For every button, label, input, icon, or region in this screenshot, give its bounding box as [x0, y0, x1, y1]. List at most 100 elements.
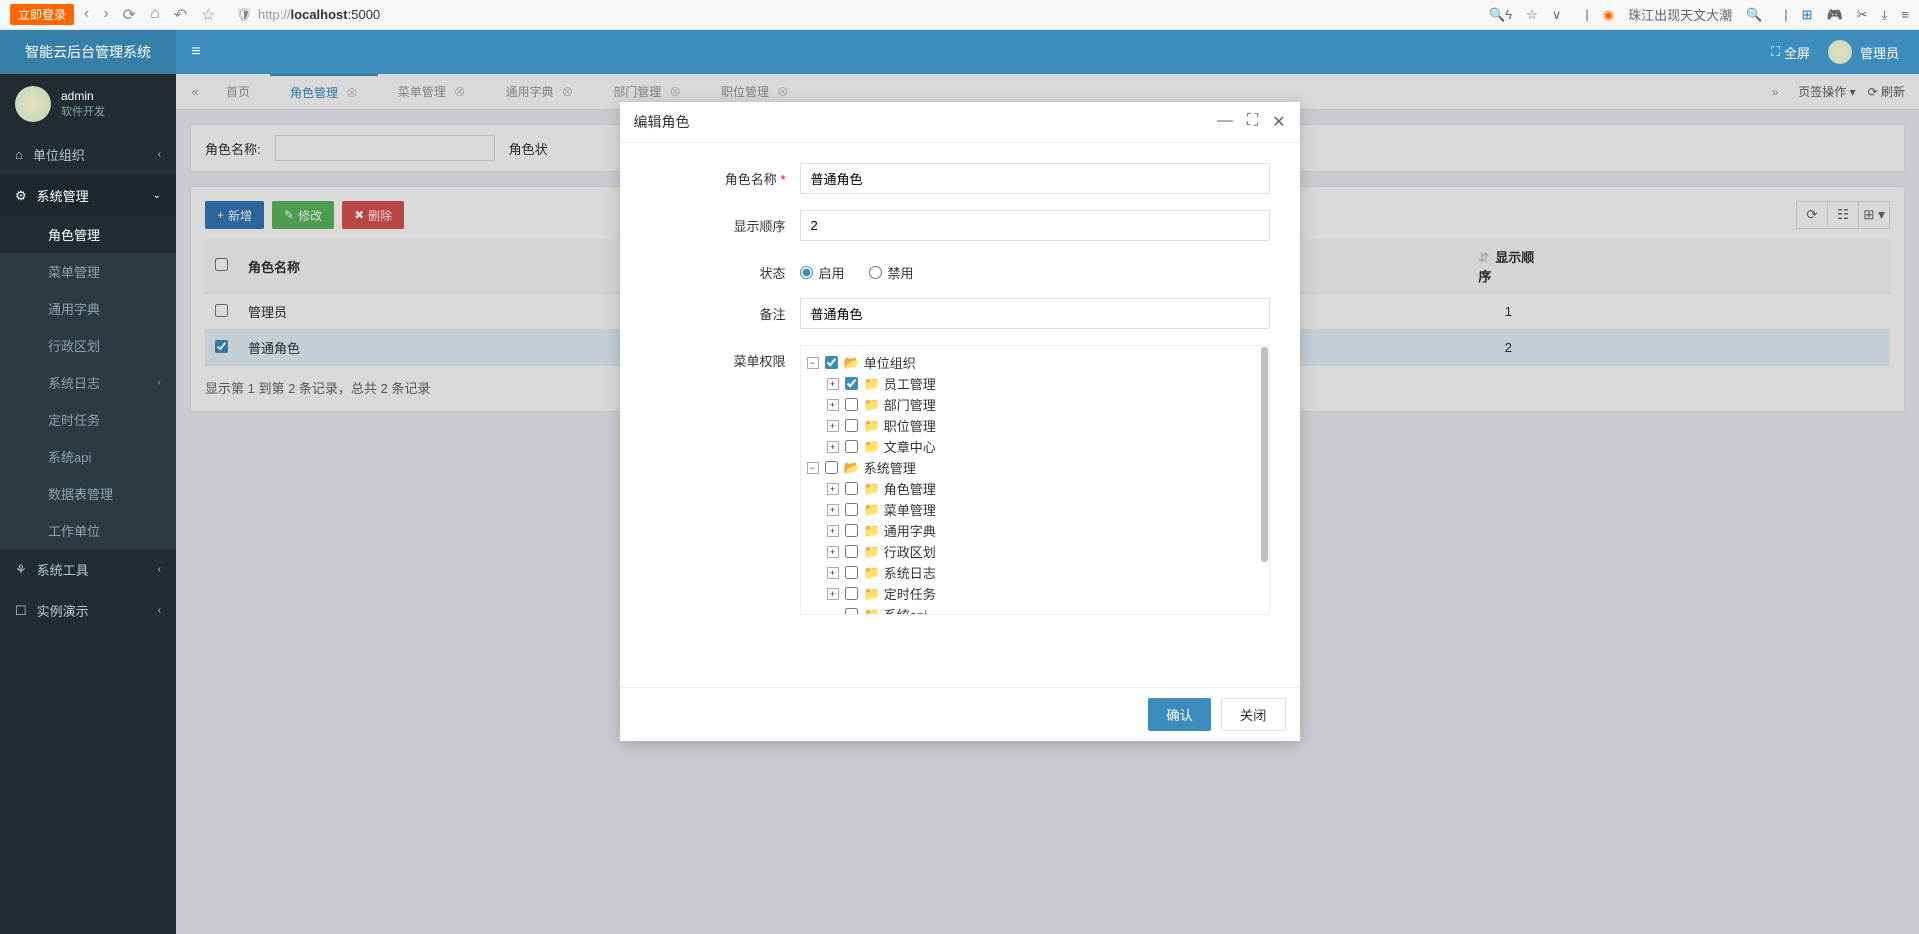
menu-icon[interactable]: ≡: [1901, 7, 1909, 22]
sidebar-item-api[interactable]: 系统api: [0, 438, 176, 475]
sidebar-item-org[interactable]: ⌂ 单位组织 ‹: [0, 134, 176, 175]
sidebar-item-dict[interactable]: 通用字典: [0, 290, 176, 327]
tree-checkbox[interactable]: [825, 356, 838, 369]
sidebar-item-log[interactable]: 系统日志 ‹: [0, 364, 176, 401]
label-remark: 备注: [630, 298, 800, 323]
tree-checkbox[interactable]: [845, 377, 858, 390]
sidebar-item-tools[interactable]: ⚘ 系统工具 ‹: [0, 549, 176, 590]
collapse-icon[interactable]: −: [807, 357, 819, 369]
sidebar-item-demo[interactable]: ☐ 实例演示 ‹: [0, 590, 176, 631]
url-bar[interactable]: 🛡 http://localhost:5000: [236, 7, 1480, 23]
undo-icon[interactable]: ↶: [174, 5, 187, 25]
tree-checkbox[interactable]: [845, 566, 858, 579]
sidebar-item-task[interactable]: 定时任务: [0, 401, 176, 438]
tree-item-article[interactable]: +📁文章中心: [827, 436, 1263, 457]
tree-checkbox[interactable]: [845, 545, 858, 558]
sidebar-item-unit[interactable]: 工作单位: [0, 512, 176, 549]
tree-checkbox[interactable]: [845, 419, 858, 432]
fullscreen-button[interactable]: ⛶ 全屏: [1771, 43, 1810, 62]
folder-open-icon: 📂: [844, 460, 860, 476]
input-remark[interactable]: [800, 298, 1270, 329]
folder-icon: 📁: [864, 397, 880, 413]
sidebar-item-role[interactable]: 角色管理: [0, 216, 176, 253]
expand-icon[interactable]: +: [827, 420, 839, 432]
reload-icon[interactable]: ⟳: [123, 5, 136, 25]
tree-item-menu[interactable]: +📁菜单管理: [827, 499, 1263, 520]
folder-open-icon: 📂: [844, 355, 860, 371]
tree-checkbox[interactable]: [845, 482, 858, 495]
label-order: 显示顺序: [630, 210, 800, 235]
close-button[interactable]: 关闭: [1221, 698, 1286, 731]
expand-icon[interactable]: +: [827, 378, 839, 390]
radio-disable[interactable]: 禁用: [869, 263, 914, 282]
app-header: 智能云后台管理系统 ≡ ⛶ 全屏 管理员: [0, 30, 1919, 74]
folder-icon: 📁: [864, 502, 880, 518]
confirm-button[interactable]: 确认: [1148, 698, 1211, 731]
sidebar-item-menu[interactable]: 菜单管理: [0, 253, 176, 290]
back-icon[interactable]: ‹: [84, 5, 89, 25]
sidebar-item-system[interactable]: ⚙ 系统管理 ⌄: [0, 175, 176, 216]
scrollbar[interactable]: [1261, 347, 1268, 562]
tree-item-pos[interactable]: +📁职位管理: [827, 415, 1263, 436]
tree-item-role[interactable]: +📁角色管理: [827, 478, 1263, 499]
close-icon[interactable]: ✕: [1272, 112, 1285, 132]
input-role-name[interactable]: [800, 163, 1270, 194]
user-menu[interactable]: 管理员: [1828, 40, 1899, 64]
tree-checkbox[interactable]: [845, 524, 858, 537]
globe-icon[interactable]: ◉: [1603, 7, 1614, 23]
collapse-icon[interactable]: −: [807, 462, 819, 474]
app-logo[interactable]: 智能云后台管理系统: [0, 30, 176, 74]
link-icon: ⚘: [15, 562, 27, 578]
sidebar-item-region[interactable]: 行政区划: [0, 327, 176, 364]
tree-item-dict[interactable]: +📁通用字典: [827, 520, 1263, 541]
ms-icon[interactable]: ⊞: [1802, 7, 1813, 23]
expand-icon[interactable]: +: [827, 441, 839, 453]
tree-item-region[interactable]: +📁行政区划: [827, 541, 1263, 562]
expand-icon[interactable]: +: [827, 525, 839, 537]
tree-item-sys[interactable]: − 📂 系统管理: [807, 457, 1263, 478]
tree-item-org[interactable]: − 📂 单位组织: [807, 352, 1263, 373]
expand-icon[interactable]: +: [827, 546, 839, 558]
search-icon-2[interactable]: 🔍: [1746, 7, 1762, 23]
tree-item-task[interactable]: +📁定时任务: [827, 583, 1263, 604]
chevron-left-icon: ‹: [158, 564, 161, 575]
expand-icon[interactable]: +: [827, 567, 839, 579]
news-text[interactable]: 珠江出现天文大潮: [1628, 5, 1732, 24]
tree-item-emp[interactable]: +📁员工管理: [827, 373, 1263, 394]
tree-checkbox[interactable]: [845, 440, 858, 453]
forward-icon[interactable]: ›: [103, 5, 108, 25]
star-icon[interactable]: ☆: [201, 5, 215, 25]
expand-icon[interactable]: +: [827, 483, 839, 495]
expand-icon[interactable]: +: [827, 399, 839, 411]
sidebar-item-table[interactable]: 数据表管理: [0, 475, 176, 512]
label-role-name: 角色名称 *: [630, 163, 800, 188]
expand-icon[interactable]: +: [827, 504, 839, 516]
tree-item-dept[interactable]: +📁部门管理: [827, 394, 1263, 415]
login-badge[interactable]: 立即登录: [10, 4, 74, 25]
folder-icon: 📁: [864, 481, 880, 497]
tree-checkbox[interactable]: [845, 398, 858, 411]
tree-checkbox[interactable]: [845, 608, 858, 615]
expand-icon[interactable]: +: [827, 588, 839, 600]
user-panel: admin 软件开发: [0, 74, 176, 134]
minimize-icon[interactable]: —: [1217, 112, 1233, 132]
home-icon[interactable]: ⌂: [150, 5, 160, 25]
dropdown-icon[interactable]: ∨: [1552, 7, 1562, 23]
tree-checkbox[interactable]: [845, 503, 858, 516]
tree-item-log[interactable]: +📁系统日志: [827, 562, 1263, 583]
search-flash-icon[interactable]: 🔍ϟ: [1489, 7, 1512, 23]
fav-icon[interactable]: ☆: [1526, 7, 1538, 23]
game-icon[interactable]: 🎮: [1827, 7, 1843, 23]
label-perm: 菜单权限: [630, 345, 800, 370]
user-avatar: [15, 86, 51, 122]
sidebar-toggle[interactable]: ≡: [176, 43, 216, 61]
tree-item-api[interactable]: 📁系统api: [827, 604, 1263, 615]
tree-checkbox[interactable]: [825, 461, 838, 474]
folder-icon: 📁: [864, 586, 880, 602]
maximize-icon[interactable]: ⛶: [1247, 112, 1258, 132]
scissors-icon[interactable]: ✂: [1857, 7, 1868, 23]
input-order[interactable]: [800, 210, 1270, 241]
download-icon[interactable]: ⤓: [1882, 7, 1888, 23]
radio-enable[interactable]: 启用: [800, 263, 845, 282]
tree-checkbox[interactable]: [845, 587, 858, 600]
